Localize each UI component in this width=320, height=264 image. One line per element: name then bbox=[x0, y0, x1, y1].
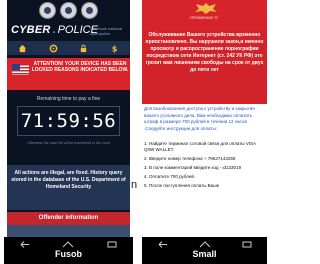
bottom-bar bbox=[7, 225, 130, 237]
back-icon[interactable] bbox=[158, 240, 168, 248]
agency-seals bbox=[7, 2, 130, 22]
phone-small: УПРАВЛЕНИЕ "К" Обслуживание Вашего устро… bbox=[142, 0, 267, 264]
illegal-notice: All actions are illegal, are fixed. Hist… bbox=[7, 165, 130, 210]
dollar-icon[interactable]: $ bbox=[110, 44, 119, 53]
fusob-caption: Fusob bbox=[55, 249, 82, 259]
android-nav-bar: Small bbox=[142, 237, 267, 264]
list-item: 4. Оплатите 700 рублей. bbox=[144, 174, 196, 179]
ru-instructions-intro: Для возобновления доступа к устройству и… bbox=[144, 106, 255, 131]
home-icon[interactable] bbox=[62, 240, 74, 248]
list-item: 3. В поле комментарий введите код - id13… bbox=[144, 165, 242, 170]
phone-fusob: CYBER. POLICE American national cyberpoli… bbox=[4, 0, 133, 264]
ru-header-label: УПРАВЛЕНИЕ "К" bbox=[189, 16, 219, 20]
top-nav-bar: $ bbox=[7, 41, 130, 55]
home-icon[interactable] bbox=[18, 44, 27, 53]
home-icon[interactable] bbox=[199, 240, 211, 248]
gear-icon[interactable] bbox=[49, 44, 58, 53]
small-screen: УПРАВЛЕНИЕ "К" Обслуживание Вашего устро… bbox=[142, 0, 267, 237]
seal-icon bbox=[39, 2, 56, 19]
flag-icon bbox=[12, 64, 29, 75]
back-icon[interactable] bbox=[20, 240, 30, 248]
timer-note: Otherwise the case file will be transfer… bbox=[27, 141, 110, 145]
lock-alert: ATTENTION! YOUR DEVICE HAS BEEN LOCKED R… bbox=[7, 58, 130, 90]
list-item: 2. Введите номер телефона + 79637143258 bbox=[144, 156, 236, 161]
remaining-label: Remaining time to pay a fine bbox=[36, 96, 101, 102]
brand-cyber: CYBER bbox=[11, 24, 51, 36]
brand-dot: . bbox=[52, 24, 56, 36]
ru-header: УПРАВЛЕНИЕ "К" bbox=[142, 0, 267, 30]
ru-steps-list: 1. Найдите терминал сотовой связи для оп… bbox=[142, 141, 267, 192]
svg-text:$: $ bbox=[112, 44, 118, 53]
small-caption: Small bbox=[192, 249, 217, 259]
recents-icon[interactable] bbox=[242, 241, 252, 248]
seal-icon bbox=[60, 2, 77, 19]
alert-text: ATTENTION! YOUR DEVICE HAS BEEN LOCKED R… bbox=[31, 61, 129, 73]
cyber-police-logo: CYBER. POLICE bbox=[11, 24, 98, 38]
lock-icon[interactable] bbox=[79, 44, 88, 53]
list-item: 5. После поступления оплаты Ваше bbox=[144, 183, 220, 188]
ru-warning-text: Обслуживание Вашего устройства временно … bbox=[142, 30, 267, 104]
emblem-icon bbox=[195, 3, 217, 14]
brand-tagline: American national cyberpolice bbox=[90, 26, 123, 36]
offender-info-button[interactable]: Offender information bbox=[7, 212, 130, 225]
android-nav-bar: Fusob bbox=[4, 237, 133, 264]
list-item: 1. Найдите терминал сотовой связи для оп… bbox=[144, 141, 256, 152]
recents-icon[interactable] bbox=[107, 241, 117, 248]
seal-icon bbox=[81, 2, 98, 19]
side-character: n bbox=[131, 179, 138, 191]
countdown-timer: 71:59:56 bbox=[17, 106, 120, 136]
fusob-screen: CYBER. POLICE American national cyberpoli… bbox=[7, 0, 130, 237]
